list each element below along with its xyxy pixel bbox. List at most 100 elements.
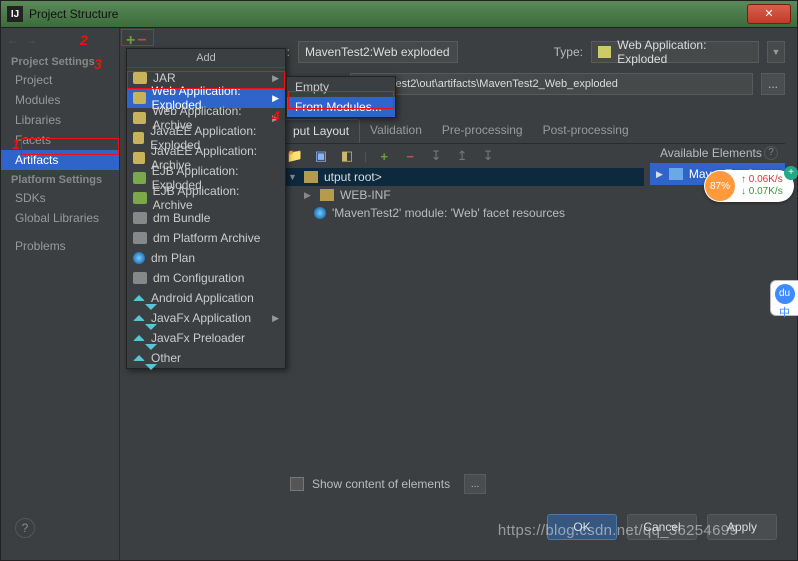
expand-icon[interactable]: ▶ [304, 190, 314, 201]
facet-resources-label: 'MavenTest2' module: 'Web' facet resourc… [332, 206, 565, 220]
add-menu-item[interactable]: JavaFx Preloader [127, 328, 285, 348]
artifact-name-field[interactable]: MavenTest2:Web exploded [298, 41, 458, 63]
cancel-button[interactable]: Cancel [627, 514, 697, 540]
sidebar-item-facets[interactable]: Facets [1, 130, 119, 150]
show-content-ellipsis-button[interactable]: ... [464, 474, 486, 494]
show-content-checkbox[interactable] [290, 477, 304, 491]
artifact-type-icon [598, 46, 611, 58]
available-help-icon[interactable]: ? [764, 146, 778, 160]
tab-post-processing[interactable]: Post-processing [533, 119, 639, 143]
output-dir-field[interactable]: MavenTest2\out\artifacts\MavenTest2_Web_… [350, 73, 753, 95]
tab-pre-processing[interactable]: Pre-processing [432, 119, 533, 143]
add-artifact-submenu: EmptyFrom Modules... [286, 76, 396, 118]
collapse-icon[interactable]: ↧ [479, 147, 497, 165]
sidebar-item-libraries[interactable]: Libraries [1, 110, 119, 130]
add-copy-icon[interactable]: + [375, 147, 393, 165]
menu-item-label: dm Platform Archive [153, 231, 260, 245]
expand-icon[interactable]: ▶ [656, 169, 663, 180]
submenu-arrow-icon: ▶ [272, 113, 279, 124]
window-close-button[interactable]: ✕ [747, 4, 791, 24]
menu-item-label: dm Configuration [153, 271, 244, 285]
new-folder-icon[interactable]: 📁 [286, 147, 304, 165]
menu-item-label: Android Application [151, 291, 254, 305]
nav-back-icon[interactable]: ← [7, 33, 19, 47]
tree-node-output-root[interactable]: ▼ utput root> [282, 168, 644, 186]
add-menu-item[interactable]: EJB Application: Archive [127, 188, 285, 208]
add-artifact-menu: Add JAR▶Web Application: Exploded▶Web Ap… [126, 48, 286, 369]
menu-item-icon [133, 192, 147, 204]
menu-item-icon [133, 132, 144, 144]
tree-node-web-inf[interactable]: ▶ WEB-INF [282, 186, 644, 204]
sidebar-item-project[interactable]: Project [1, 70, 119, 90]
show-content-row: Show content of elements ... [290, 474, 486, 494]
type-label: Type: [554, 45, 583, 59]
menu-item-label: dm Plan [151, 251, 195, 265]
speed-widget[interactable]: 87% ↑ 0.06K/s ↓ 0.07K/s + [704, 170, 794, 202]
submenu-item[interactable]: From Modules... [287, 97, 395, 117]
titlebar: IJ Project Structure ✕ [0, 0, 798, 28]
menu-item-icon [133, 152, 145, 164]
du-badge[interactable]: du 中 [770, 280, 798, 316]
sidebar-item-global-libraries[interactable]: Global Libraries [1, 208, 119, 228]
folder-icon [320, 189, 334, 201]
expand-icon[interactable]: ▼ [288, 172, 298, 182]
expand-icon[interactable]: ↥ [453, 147, 471, 165]
app-icon: IJ [7, 6, 23, 22]
artifact-type-dropdown-icon[interactable]: ▼ [767, 41, 785, 63]
sidebar-section-platform-settings: Platform Settings [1, 170, 119, 188]
speed-down: 0.07K/s [749, 186, 783, 197]
module-icon [669, 168, 683, 180]
speed-add-icon[interactable]: + [784, 166, 798, 180]
web-inf-label: WEB-INF [340, 188, 391, 202]
sidebar-item-artifacts[interactable]: Artifacts [1, 150, 119, 170]
name-type-row: e: MavenTest2:Web exploded Type: Web App… [280, 40, 785, 64]
help-button[interactable]: ? [15, 518, 35, 538]
new-archive-icon[interactable]: ▣ [312, 147, 330, 165]
artifact-tabs: put Layout Validation Pre-processing Pos… [282, 120, 785, 144]
nav-fwd-icon[interactable]: → [25, 33, 37, 47]
output-root-icon [304, 171, 318, 183]
add-menu-item[interactable]: Other [127, 348, 285, 368]
sidebar-item-problems[interactable]: Problems [1, 236, 119, 256]
tab-validation[interactable]: Validation [360, 119, 432, 143]
ok-button[interactable]: OK [547, 514, 617, 540]
submenu-arrow-icon: ▶ [272, 93, 279, 104]
add-menu-item[interactable]: dm Configuration [127, 268, 285, 288]
add-menu-item[interactable]: Android Application [127, 288, 285, 308]
menu-item-icon [133, 92, 146, 104]
add-menu-item[interactable]: dm Bundle [127, 208, 285, 228]
menu-item-icon [133, 72, 147, 84]
speed-percent: 87% [705, 171, 735, 201]
menu-item-icon [133, 272, 147, 284]
menu-item-icon [133, 212, 147, 224]
menu-item-label: JAR [153, 71, 176, 85]
window-title: Project Structure [29, 7, 118, 21]
remove-icon[interactable]: − [401, 147, 419, 165]
menu-item-icon [133, 309, 145, 321]
add-menu-item[interactable]: JavaFx Application▶ [127, 308, 285, 328]
add-menu-title: Add [127, 49, 285, 68]
menu-item-label: JavaFx Application [151, 311, 251, 325]
menu-item-icon [133, 349, 145, 361]
add-menu-item[interactable]: dm Plan [127, 248, 285, 268]
new-dir-icon[interactable]: ◧ [338, 147, 356, 165]
menu-item-icon [133, 172, 146, 184]
show-content-label: Show content of elements [312, 477, 450, 491]
dialog-buttons: OK Cancel Apply [547, 514, 777, 540]
artifact-type-field[interactable]: Web Application: Exploded [591, 41, 759, 63]
sort-icon[interactable]: ↧ [427, 147, 445, 165]
du-lang: 中 [771, 304, 798, 320]
tab-output-layout[interactable]: put Layout [282, 119, 360, 143]
tree-node-facet-resources[interactable]: 'MavenTest2' module: 'Web' facet resourc… [282, 204, 644, 222]
submenu-item[interactable]: Empty [287, 77, 395, 97]
menu-item-icon [133, 289, 145, 301]
output-layout-tree[interactable]: ▼ utput root> ▶ WEB-INF 'MavenTest2' mod… [282, 168, 644, 470]
menu-item-icon [133, 232, 147, 244]
apply-button[interactable]: Apply [707, 514, 777, 540]
sidebar-item-modules[interactable]: Modules [1, 90, 119, 110]
dialog-content: ← → Project Settings Project Modules Lib… [0, 28, 798, 561]
menu-item-icon [133, 252, 145, 264]
sidebar-item-sdks[interactable]: SDKs [1, 188, 119, 208]
output-dir-browse-button[interactable]: ... [761, 73, 785, 95]
add-menu-item[interactable]: dm Platform Archive [127, 228, 285, 248]
